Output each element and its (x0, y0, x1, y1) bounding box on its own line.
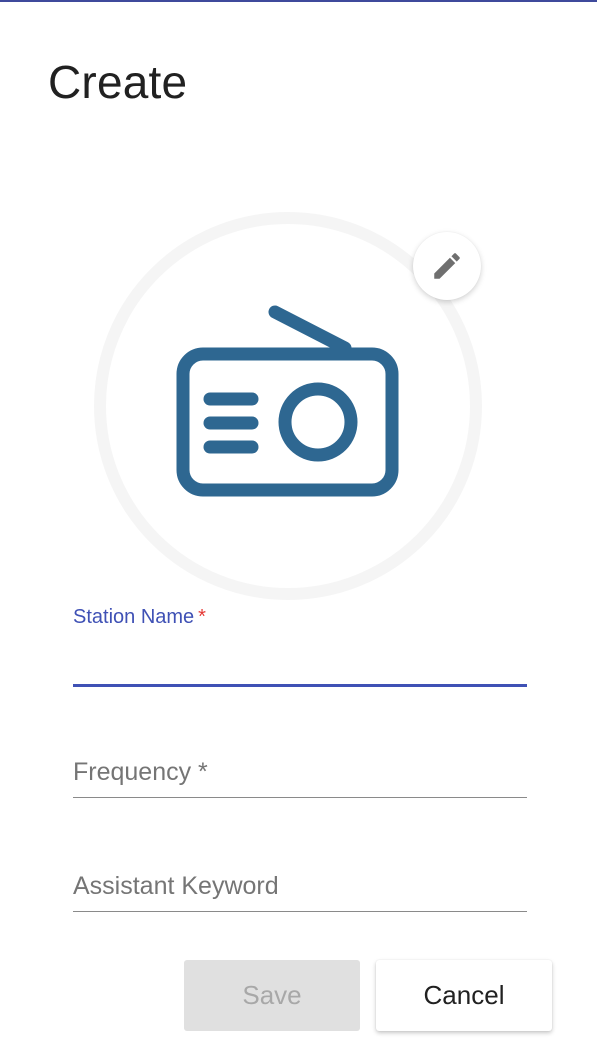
save-button[interactable]: Save (184, 960, 360, 1031)
station-name-field[interactable]: Station Name * (73, 600, 527, 690)
assistant-keyword-input[interactable] (73, 862, 527, 916)
assistant-keyword-field[interactable]: Assistant Keyword (73, 862, 527, 916)
station-name-underline (73, 684, 527, 687)
pencil-icon (434, 253, 460, 279)
frequency-underline (73, 797, 527, 798)
radio-icon (176, 305, 399, 497)
dialog-top-border (0, 0, 597, 2)
radio-antenna (268, 305, 352, 355)
radio-speaker (278, 382, 358, 462)
cancel-button[interactable]: Cancel (376, 960, 552, 1031)
frequency-input[interactable] (73, 748, 527, 802)
assistant-keyword-underline (73, 911, 527, 912)
frequency-field[interactable]: Frequency * (73, 748, 527, 802)
edit-avatar-button[interactable] (413, 232, 481, 300)
dialog-title: Create (48, 56, 188, 108)
station-name-input[interactable] (73, 600, 527, 690)
